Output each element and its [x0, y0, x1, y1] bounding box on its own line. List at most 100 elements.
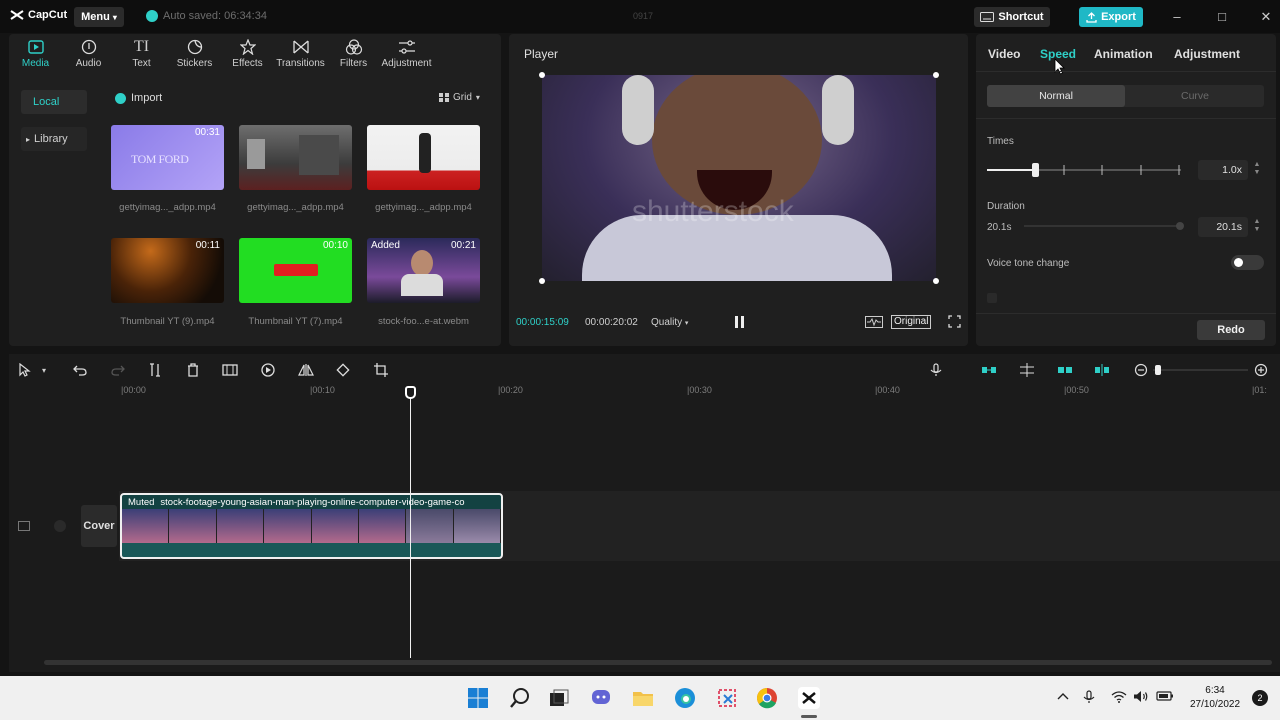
- tab-label: Media: [21, 58, 50, 69]
- crop-icon[interactable]: [373, 362, 389, 378]
- video-preview[interactable]: shutterstock: [542, 75, 936, 281]
- media-item-3[interactable]: [367, 125, 480, 190]
- duration-value-input[interactable]: 20.1s: [1198, 217, 1248, 237]
- mode-normal-button[interactable]: Normal: [987, 85, 1125, 107]
- cover-button[interactable]: Cover: [81, 505, 117, 547]
- snipping-tool-icon[interactable]: [716, 687, 738, 709]
- media-item-5[interactable]: 00:10: [239, 238, 352, 303]
- capcut-taskbar-icon[interactable]: [798, 687, 820, 709]
- menu-button[interactable]: Menu ▾: [74, 7, 124, 27]
- duration-stepper[interactable]: ▲ ▼: [1252, 218, 1262, 236]
- edge-browser-icon[interactable]: [674, 687, 696, 709]
- chrome-icon[interactable]: [756, 687, 778, 709]
- volume-icon[interactable]: [1133, 690, 1149, 703]
- mode-curve-button[interactable]: Curve: [1126, 85, 1264, 107]
- waveform-icon[interactable]: [865, 316, 883, 328]
- duration-slider[interactable]: [1024, 219, 1184, 233]
- tab-text[interactable]: TI Text: [115, 34, 168, 74]
- task-view-icon[interactable]: [548, 687, 570, 709]
- split-icon[interactable]: [147, 362, 163, 378]
- preview-axis-icon[interactable]: [1019, 362, 1035, 378]
- windows-start-icon[interactable]: [467, 687, 489, 709]
- resize-handle[interactable]: [933, 72, 939, 78]
- playhead-handle[interactable]: [405, 386, 416, 399]
- tab-animation[interactable]: Animation: [1094, 47, 1153, 61]
- export-button[interactable]: Export: [1079, 7, 1143, 27]
- times-stepper[interactable]: ▲ ▼: [1252, 161, 1262, 179]
- tab-stickers[interactable]: Stickers: [168, 34, 221, 74]
- stickers-icon: [186, 39, 204, 55]
- linkage-icon[interactable]: [1094, 362, 1110, 378]
- resize-handle[interactable]: [539, 72, 545, 78]
- resize-handle[interactable]: [539, 278, 545, 284]
- resize-handle[interactable]: [933, 278, 939, 284]
- mirror-icon[interactable]: [298, 362, 314, 378]
- delete-icon[interactable]: [185, 362, 201, 378]
- tab-adjustment-props[interactable]: Adjustment: [1174, 47, 1240, 61]
- import-button[interactable]: Import: [115, 92, 162, 104]
- quality-select[interactable]: Quality ▾: [651, 317, 688, 328]
- sidebar-item-library[interactable]: ▸ Library: [21, 127, 87, 151]
- search-icon[interactable]: [509, 687, 531, 709]
- microphone-tray-icon[interactable]: [1083, 690, 1095, 704]
- wifi-icon[interactable]: [1111, 690, 1127, 703]
- shortcut-button[interactable]: Shortcut: [974, 7, 1050, 27]
- tab-adjustment[interactable]: Adjustment: [380, 34, 433, 74]
- maximize-icon[interactable]: □: [1214, 9, 1230, 25]
- undo-icon[interactable]: [72, 362, 88, 378]
- tab-effects[interactable]: Effects: [221, 34, 274, 74]
- media-item-2[interactable]: [239, 125, 352, 190]
- reverse-icon[interactable]: [260, 362, 276, 378]
- chevron-up-icon[interactable]: [1056, 690, 1070, 702]
- chevron-down-icon: ▾: [112, 12, 117, 22]
- sidebar-item-local[interactable]: Local: [21, 90, 87, 114]
- media-item-1[interactable]: TOM FORD 00:31: [111, 125, 224, 190]
- media-filename: gettyimag..._adpp.mp4: [247, 202, 344, 213]
- tab-filters[interactable]: Filters: [327, 34, 380, 74]
- duration-label: Duration: [987, 201, 1025, 212]
- voice-tone-toggle[interactable]: [1231, 255, 1264, 270]
- notification-badge[interactable]: 2: [1252, 690, 1268, 706]
- tab-media[interactable]: Media: [9, 34, 62, 74]
- timeline-scrollbar[interactable]: [44, 660, 1272, 665]
- redo-icon[interactable]: [110, 362, 126, 378]
- select-cursor-icon[interactable]: [17, 362, 33, 378]
- zoom-out-icon[interactable]: [1133, 362, 1149, 378]
- tab-video[interactable]: Video: [988, 47, 1020, 61]
- link-main-track-icon[interactable]: [981, 362, 997, 378]
- media-item-6[interactable]: Added 00:21: [367, 238, 480, 303]
- chevron-down-icon[interactable]: ▾: [36, 362, 52, 378]
- tab-label: Transitions: [276, 58, 325, 69]
- system-clock[interactable]: 6:34 27/10/2022: [1184, 684, 1246, 712]
- times-value-input[interactable]: 1.0x: [1198, 160, 1248, 180]
- sidebar-item-label: Local: [33, 96, 60, 108]
- timeline-ruler[interactable]: |00:00 |00:10 |00:20 |00:30 |00:40 |00:5…: [9, 384, 1280, 398]
- redo-button[interactable]: Redo: [1197, 320, 1265, 340]
- times-label: Times: [987, 136, 1014, 147]
- current-time: 00:00:15:09: [516, 317, 569, 328]
- media-item-4[interactable]: 00:11: [111, 238, 224, 303]
- project-title: 0917: [633, 11, 654, 21]
- view-mode-select[interactable]: Grid ▾: [439, 92, 480, 103]
- track-display-icon[interactable]: [18, 521, 30, 531]
- minimize-icon[interactable]: –: [1169, 9, 1185, 25]
- aspect-ratio-button[interactable]: Original: [891, 315, 932, 329]
- microphone-icon[interactable]: [928, 362, 944, 378]
- track-audio-icon[interactable]: [54, 520, 66, 532]
- zoom-in-icon[interactable]: [1253, 362, 1269, 378]
- rotate-icon[interactable]: [335, 362, 351, 378]
- media-filename: Thumbnail YT (9).mp4: [120, 316, 215, 327]
- zoom-slider[interactable]: [1153, 365, 1248, 375]
- times-slider[interactable]: [987, 160, 1181, 180]
- tab-audio[interactable]: Audio: [62, 34, 115, 74]
- close-icon[interactable]: ✕: [1258, 9, 1274, 25]
- battery-icon[interactable]: [1156, 690, 1174, 702]
- fullscreen-icon[interactable]: [948, 315, 961, 328]
- file-explorer-icon[interactable]: [632, 687, 654, 709]
- teams-chat-icon[interactable]: [590, 687, 612, 709]
- tab-transitions[interactable]: Transitions: [274, 34, 327, 74]
- pause-button[interactable]: [735, 316, 745, 328]
- video-clip[interactable]: Muted stock-footage-young-asian-man-play…: [120, 493, 503, 559]
- freeze-icon[interactable]: [222, 362, 238, 378]
- auto-snap-icon[interactable]: [1057, 362, 1073, 378]
